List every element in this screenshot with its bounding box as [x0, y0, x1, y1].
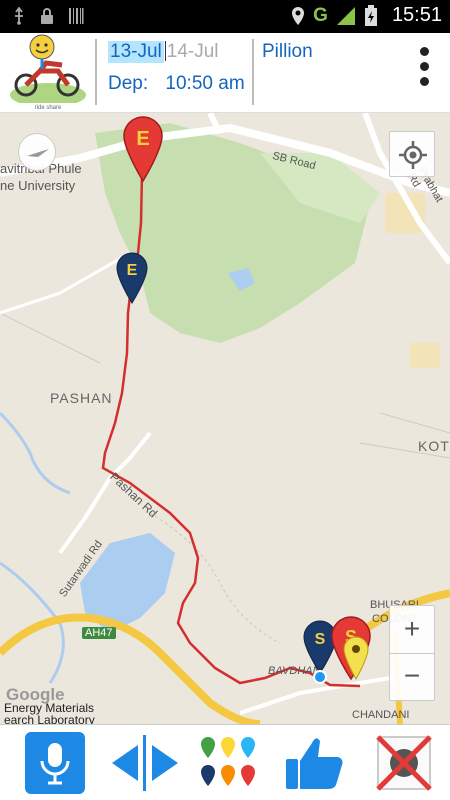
- location-icon: [292, 6, 305, 25]
- map-label-chandani: CHANDANI: [352, 709, 410, 721]
- map-label-energy-2: earch Laboratory: [4, 713, 95, 724]
- nav-divider: [143, 735, 146, 791]
- status-bar: G 15:51: [0, 0, 450, 33]
- departure-time[interactable]: 10:50 am: [165, 73, 244, 94]
- clock: 15:51: [391, 4, 442, 26]
- app-header: ride share 13-Jul 14-Jul Dep: 10:50 am P…: [0, 33, 450, 113]
- app-logo[interactable]: ride share: [6, 33, 90, 111]
- date-next[interactable]: 14-Jul: [167, 41, 219, 63]
- end-marker-red-label: E: [136, 128, 149, 150]
- prev-button[interactable]: [108, 731, 142, 795]
- departure-row[interactable]: Dep: 10:50 am: [108, 73, 245, 95]
- compass-icon: [27, 149, 49, 157]
- usb-icon: [15, 7, 23, 25]
- my-location-button[interactable]: [389, 131, 435, 177]
- date-selector[interactable]: 13-Jul 14-Jul: [108, 41, 219, 63]
- thumbs-up-icon: [286, 738, 343, 789]
- zoom-in-button[interactable]: +: [390, 606, 434, 654]
- header-divider: [252, 39, 254, 105]
- compass-button[interactable]: [18, 133, 56, 171]
- start-marker-blue-label: S: [315, 631, 326, 648]
- cancel-ride-button[interactable]: [374, 731, 434, 795]
- overflow-menu-icon[interactable]: [414, 47, 434, 97]
- cancel-ride-icon: [376, 735, 432, 791]
- header-divider: [95, 39, 97, 105]
- battery-icon: [364, 4, 377, 26]
- network-type-label: G: [313, 4, 328, 26]
- departure-label: Dep:: [108, 73, 149, 94]
- map-label-pashan: PASHAN: [50, 390, 113, 406]
- bottom-toolbar: [0, 724, 450, 800]
- signal-icon: [336, 6, 355, 25]
- my-location-dot: [313, 670, 327, 684]
- next-arrow-icon: [152, 745, 178, 781]
- map-label-koth: KOTH: [418, 438, 450, 454]
- date-selected[interactable]: 13-Jul: [108, 41, 164, 63]
- map-canvas[interactable]: [0, 113, 450, 724]
- map-view[interactable]: avitribai Phule ne University SB Road Pr…: [0, 113, 450, 724]
- zoom-out-button[interactable]: −: [390, 654, 434, 701]
- end-marker-red[interactable]: E: [122, 115, 164, 183]
- next-button[interactable]: [148, 731, 182, 795]
- map-label-ah47: AH47: [82, 627, 116, 639]
- map-label-university-2: ne University: [0, 178, 76, 193]
- marker-palette-button[interactable]: [196, 731, 260, 795]
- google-watermark: Google: [6, 685, 65, 704]
- microphone-icon: [25, 732, 85, 794]
- like-button[interactable]: [282, 731, 346, 795]
- end-marker-blue-label: E: [127, 262, 138, 279]
- pillion-toggle[interactable]: Pillion: [262, 41, 313, 63]
- crosshair-icon: [399, 141, 427, 169]
- prev-arrow-icon: [112, 745, 138, 781]
- text-cursor: [164, 41, 166, 61]
- lock-icon: [41, 8, 53, 24]
- marker-palette-icon: [201, 737, 255, 786]
- logo-caption: ride share: [35, 105, 62, 111]
- voice-button[interactable]: [24, 731, 86, 795]
- barcode-icon: [69, 8, 84, 24]
- current-location-pin[interactable]: [342, 635, 370, 681]
- end-marker-blue[interactable]: E: [115, 251, 149, 305]
- zoom-controls: + −: [389, 605, 435, 701]
